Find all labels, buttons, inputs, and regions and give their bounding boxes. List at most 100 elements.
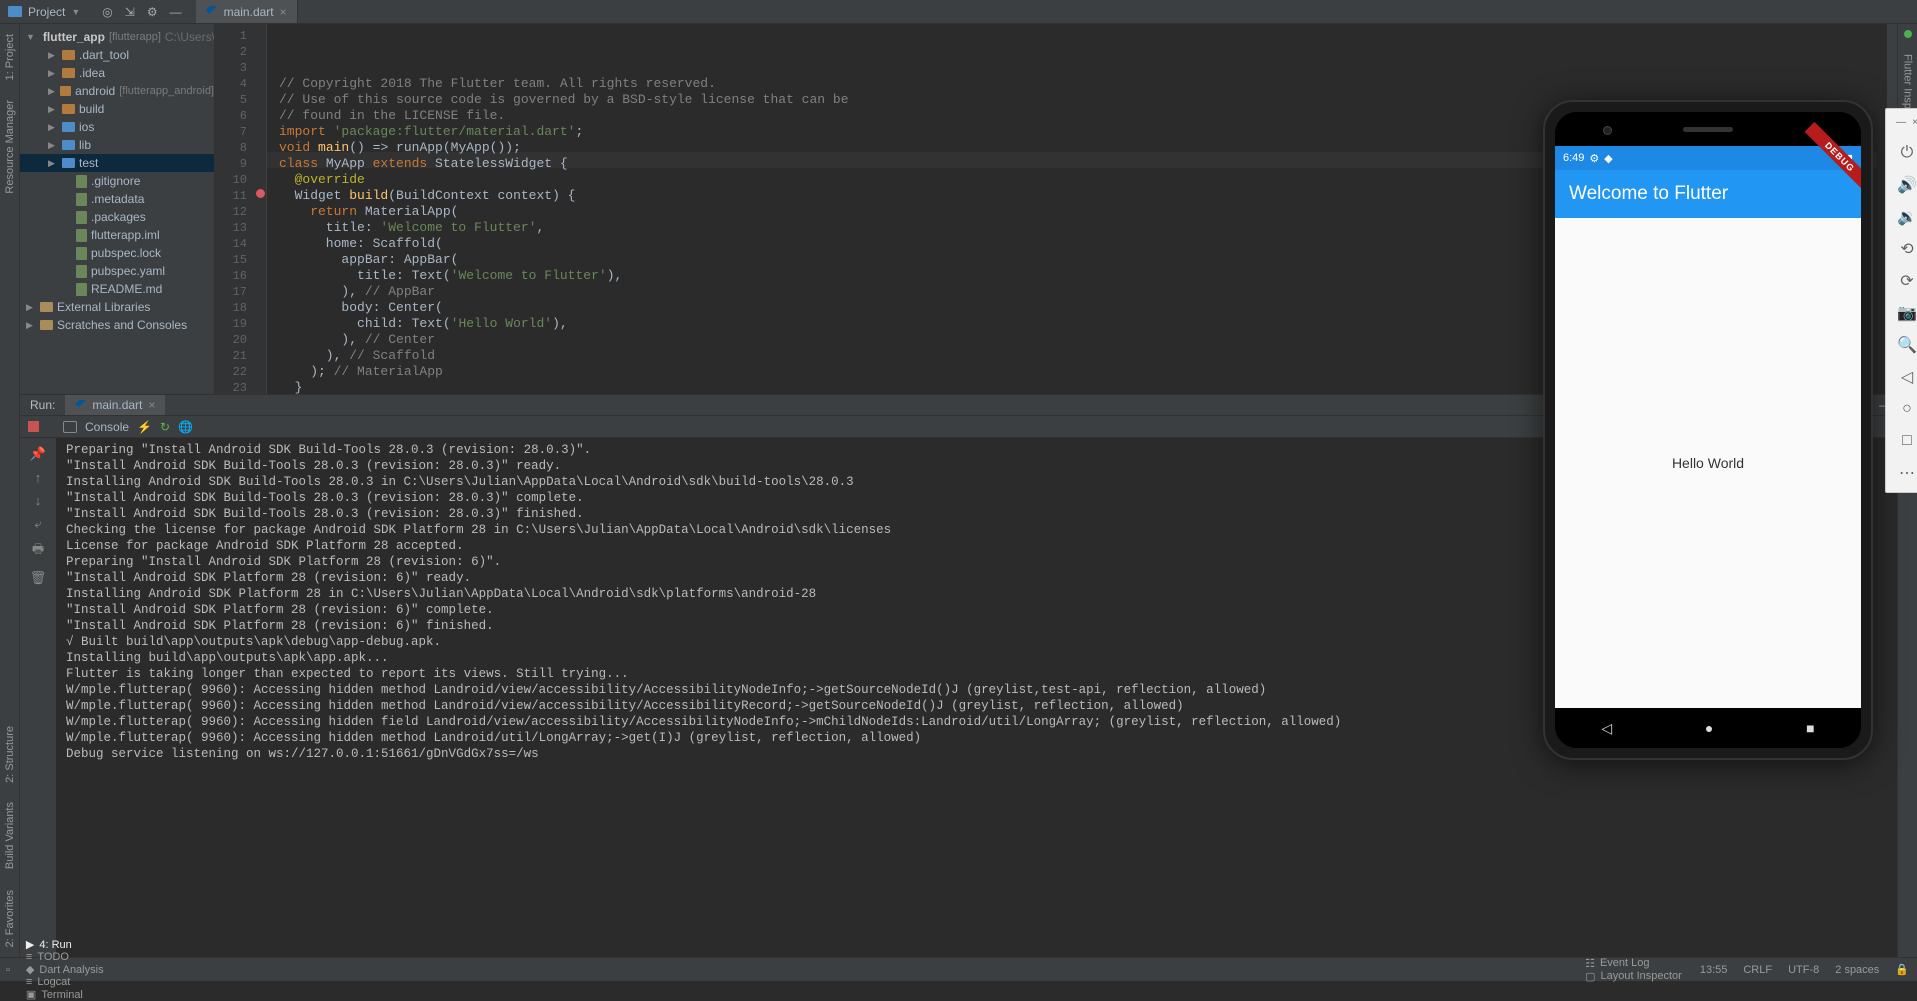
editor-tabs: main.dart ×: [196, 0, 298, 23]
file-icon: [76, 247, 87, 260]
tree-item-test[interactable]: ▶ test: [20, 154, 214, 172]
bl-square-icon[interactable]: ▫: [0, 964, 16, 976]
pin-icon[interactable]: 📌: [30, 446, 46, 462]
line-ending[interactable]: CRLF: [1735, 964, 1780, 976]
folder-icon: [62, 50, 75, 60]
lock-icon[interactable]: 🔒: [1887, 963, 1917, 976]
tree-item--metadata[interactable]: .metadata: [20, 190, 214, 208]
android-emulator: 6:49 ⚙ ◆ ▾ ▮ DEBUG Welcome to Flutter He…: [1543, 100, 1873, 760]
folder-icon: [60, 86, 71, 96]
tool-dart[interactable]: ◆ Dart Analysis: [16, 963, 114, 976]
rail-2-favorites[interactable]: 2: Favorites: [4, 880, 16, 957]
chevron-down-icon: ▼: [71, 7, 80, 17]
target-icon[interactable]: ◎: [102, 5, 112, 19]
hide-icon[interactable]: —: [170, 5, 182, 19]
tree-item-pubspec-lock[interactable]: pubspec.lock: [20, 244, 214, 262]
file-icon: [76, 265, 87, 278]
overview-nav-button[interactable]: □: [1889, 426, 1917, 456]
screenshot-button[interactable]: 📷: [1889, 298, 1917, 328]
run-tab[interactable]: main.dart ×: [65, 395, 165, 415]
down-icon[interactable]: ↓: [35, 493, 42, 508]
project-dropdown[interactable]: Project ▼: [0, 0, 88, 23]
tool-logcat[interactable]: ≡ Logcat: [16, 976, 114, 988]
terminal-icon: ▣: [26, 988, 36, 1001]
tree-scratches[interactable]: ▶ Scratches and Consoles: [20, 316, 214, 334]
stop-button[interactable]: [28, 421, 39, 432]
more-button[interactable]: ⋯: [1889, 458, 1917, 488]
android-nav-bar: ◁ ● ■: [1555, 708, 1861, 748]
encoding[interactable]: UTF-8: [1780, 964, 1827, 976]
tree-item-README-md[interactable]: README.md: [20, 280, 214, 298]
back-nav-button[interactable]: ◁: [1889, 362, 1917, 392]
tree-item--idea[interactable]: ▶ .idea: [20, 64, 214, 82]
tree-item-ios[interactable]: ▶ ios: [20, 118, 214, 136]
volume-up-button[interactable]: 🔊: [1889, 170, 1917, 200]
close-icon[interactable]: ×: [148, 398, 155, 412]
tree-external-libraries[interactable]: ▶ External Libraries: [20, 298, 214, 316]
tree-item--dart_tool[interactable]: ▶ .dart_tool: [20, 46, 214, 64]
left-rail-bottom: 2: StructureBuild Variants2: Favorites: [4, 716, 16, 957]
tree-item--gitignore[interactable]: .gitignore: [20, 172, 214, 190]
soft-wrap-icon[interactable]: ⤶: [34, 516, 41, 532]
body-text: Hello World: [1672, 455, 1744, 471]
gear-icon[interactable]: ⚙: [147, 5, 158, 19]
dart-icon: ◆: [26, 963, 34, 976]
minimize-window-icon[interactable]: —: [1896, 117, 1906, 128]
status-dot-icon: [1904, 30, 1912, 38]
status-time: 6:49: [1563, 152, 1584, 164]
rail-2-structure[interactable]: 2: Structure: [4, 716, 16, 793]
home-button[interactable]: ●: [1705, 720, 1713, 736]
eventlog-icon: ☷: [1585, 957, 1595, 970]
breakpoint-gutter[interactable]: [255, 24, 267, 394]
hot-reload-button[interactable]: ⚡: [137, 420, 152, 434]
line-gutter: 1234567891011121314151617181920212223: [215, 24, 255, 394]
folder-icon: [62, 158, 75, 168]
console-icon: [63, 421, 77, 433]
close-window-icon[interactable]: ×: [1912, 117, 1917, 128]
rotate-left-button[interactable]: ⟲: [1889, 234, 1917, 264]
rail-resource-manager[interactable]: Resource Manager: [4, 90, 16, 204]
rotate-right-button[interactable]: ⟳: [1889, 266, 1917, 296]
indent[interactable]: 2 spaces: [1827, 964, 1887, 976]
rail-1-project[interactable]: 1: Project: [4, 24, 16, 90]
hot-restart-button[interactable]: ↻: [160, 420, 170, 434]
run-label: Run:: [20, 398, 65, 412]
left-rail: 1: ProjectResource Manager 2: StructureB…: [0, 24, 20, 957]
caret-position: 13:55: [1692, 964, 1736, 976]
flutter-icon: [75, 400, 86, 411]
tree-root[interactable]: ▼ flutter_app [flutterapp] C:\Users\Juli: [20, 28, 214, 46]
tool-run[interactable]: ▶ 4: Run: [16, 938, 114, 951]
power-button[interactable]: ⏻: [1889, 138, 1917, 168]
logcat-icon: ≡: [26, 976, 32, 988]
tree-item-pubspec-yaml[interactable]: pubspec.yaml: [20, 262, 214, 280]
file-icon: [76, 211, 87, 224]
tab-main-dart[interactable]: main.dart ×: [196, 0, 298, 23]
open-devtools-button[interactable]: 🌐: [178, 420, 193, 434]
tool-terminal[interactable]: ▣ Terminal: [16, 988, 114, 1001]
emulator-toolbar: — × ⏻ 🔊 🔉 ⟲ ⟳ 📷 🔍 ◁ ○ □ ⋯: [1885, 108, 1917, 493]
tree-item-android[interactable]: ▶ android [flutterapp_android]: [20, 82, 214, 100]
tree-item-lib[interactable]: ▶ lib: [20, 136, 214, 154]
home-nav-button[interactable]: ○: [1889, 394, 1917, 424]
print-icon[interactable]: 🖶: [32, 540, 44, 562]
collapse-icon[interactable]: ⇲: [125, 5, 135, 19]
emulator-screen[interactable]: 6:49 ⚙ ◆ ▾ ▮ DEBUG Welcome to Flutter He…: [1555, 146, 1861, 708]
tool-todo[interactable]: ≡ TODO: [16, 951, 114, 963]
rail-build-variants[interactable]: Build Variants: [4, 792, 16, 879]
tree-item--packages[interactable]: .packages: [20, 208, 214, 226]
zoom-button[interactable]: 🔍: [1889, 330, 1917, 360]
tool-eventlog[interactable]: ☷ Event Log: [1575, 957, 1692, 970]
app-body: Hello World: [1555, 218, 1861, 708]
up-icon[interactable]: ↑: [35, 470, 42, 485]
close-icon[interactable]: ×: [280, 5, 287, 19]
console-side-toolbar: 📌 ↑ ↓ ⤶ 🖶 🗑: [20, 438, 56, 957]
clear-icon[interactable]: 🗑: [30, 570, 47, 586]
tree-item-build[interactable]: ▶ build: [20, 100, 214, 118]
breakpoint-icon[interactable]: [256, 189, 265, 198]
volume-down-button[interactable]: 🔉: [1889, 202, 1917, 232]
recents-button[interactable]: ■: [1806, 720, 1814, 736]
tree-item-flutterapp-iml[interactable]: flutterapp.iml: [20, 226, 214, 244]
back-button[interactable]: ◁: [1601, 720, 1612, 737]
flutter-icon: [206, 6, 218, 18]
project-label: Project: [28, 5, 65, 19]
